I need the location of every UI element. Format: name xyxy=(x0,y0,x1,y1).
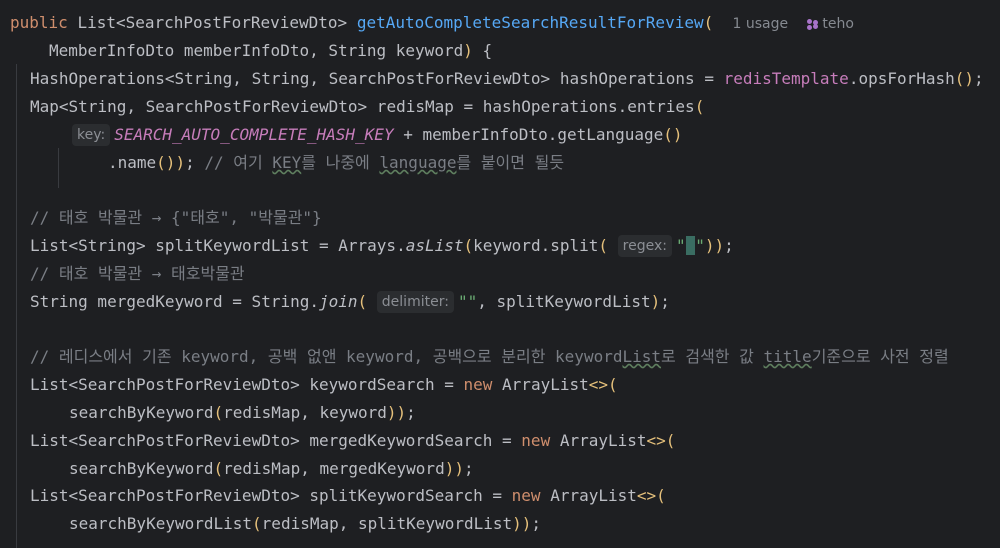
static-method: join xyxy=(318,292,358,311)
code-line-params[interactable]: MemberInfoDto memberInfoDto, String keyw… xyxy=(49,37,492,65)
param-hint: delimiter: xyxy=(376,291,454,313)
usages-link[interactable]: 1 usage xyxy=(733,16,789,32)
code-line-hash-ops[interactable]: HashOperations<String, String, SearchPos… xyxy=(30,65,984,93)
method-name[interactable]: getAutoCompleteSearchResultForReview xyxy=(357,13,704,32)
code-line-keyword-search[interactable]: List<SearchPostForReviewDto> keywordSear… xyxy=(30,371,618,399)
param-hint: regex: xyxy=(617,235,672,257)
param-hint: key: xyxy=(72,124,111,146)
code-line-keyword-search-args[interactable]: searchByKeyword(redisMap, keyword)); xyxy=(69,399,416,427)
type-name: List xyxy=(77,13,116,32)
type-name: SearchPostForReviewDto xyxy=(125,13,338,32)
constant-ref: SEARCH_AUTO_COMPLETE_HASH_KEY xyxy=(114,125,394,144)
comment-line: // 태호 박물관 → 태호박물관 xyxy=(30,264,245,283)
author-hint[interactable]: teho xyxy=(807,16,854,32)
code-line-map[interactable]: Map<String, SearchPostForReviewDto> redi… xyxy=(30,93,704,121)
code-line-name[interactable]: .name()); // 여기 KEY를 나중에 language를 붙이면 될… xyxy=(108,149,564,177)
static-method: asList xyxy=(405,236,464,255)
params-text: MemberInfoDto memberInfoDto, String keyw… xyxy=(49,41,464,60)
code-editor[interactable]: public List<SearchPostForReviewDto> getA… xyxy=(0,0,1000,548)
code-line-signature[interactable]: public List<SearchPostForReviewDto> getA… xyxy=(10,9,854,37)
indent-guide xyxy=(58,148,59,188)
comment: // 여기 KEY를 나중에 language를 붙이면 될듯 xyxy=(204,153,565,172)
code-line-key[interactable]: key: SEARCH_AUTO_COMPLETE_HASH_KEY + memb… xyxy=(72,121,683,149)
text-cursor xyxy=(685,236,696,255)
indent-guide xyxy=(16,64,17,548)
keyword: public xyxy=(10,13,68,32)
comment-line: // 태호 박물관 → {"태호", "박물관"} xyxy=(30,208,322,227)
comment-line: // 레디스에서 기존 keyword, 공백 없앤 keyword, 공백으로… xyxy=(30,347,949,366)
people-icon xyxy=(807,19,819,29)
code-line-merged-search[interactable]: List<SearchPostForReviewDto> mergedKeywo… xyxy=(30,427,675,455)
field-ref: redisTemplate xyxy=(723,69,849,88)
code-line-split-search-args[interactable]: searchByKeywordList(redisMap, splitKeywo… xyxy=(69,510,541,538)
code-line-split[interactable]: List<String> splitKeywordList = Arrays.a… xyxy=(30,232,734,260)
code-line-split-search[interactable]: List<SearchPostForReviewDto> splitKeywor… xyxy=(30,482,666,510)
code-line-merged[interactable]: String mergedKeyword = String.join( deli… xyxy=(30,288,670,316)
code-line-merged-search-args[interactable]: searchByKeyword(redisMap, mergedKeyword)… xyxy=(69,455,474,483)
